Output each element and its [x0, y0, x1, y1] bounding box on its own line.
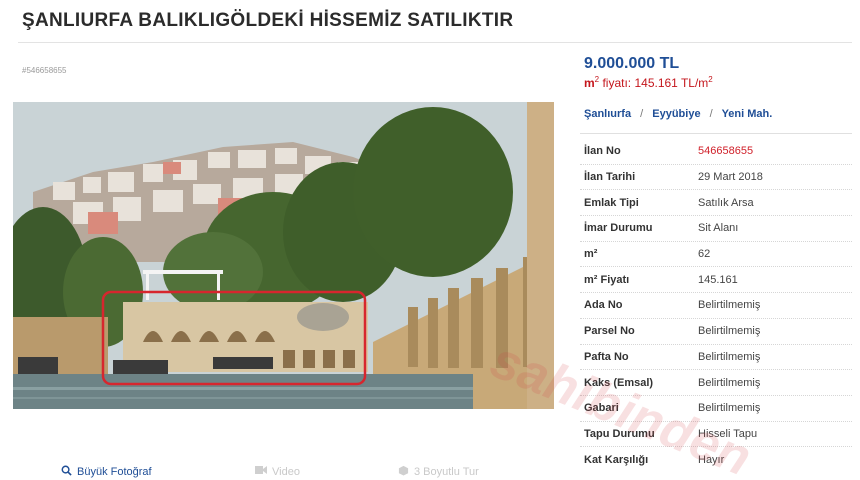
detail-key: Ada No [584, 299, 623, 312]
detail-value: Hayır [698, 454, 725, 467]
detail-value: 145.161 [698, 273, 738, 286]
detail-key: Emlak Tipi [584, 196, 639, 209]
detail-row: Kat Karşılığı Hayır [580, 447, 852, 473]
search-icon [61, 465, 72, 479]
detail-value: 546658655 [698, 145, 754, 158]
location-divider [580, 133, 852, 134]
detail-row: Emlak Tipi Satılık Arsa [580, 190, 852, 217]
detail-row: m² 62 [580, 242, 852, 268]
big-photo-label: Büyük Fotoğraf [77, 466, 152, 478]
detail-key: Tapu Durumu [584, 427, 655, 440]
detail-value: Belirtilmemiş [698, 376, 761, 389]
listing-code: #546658655 [22, 66, 67, 75]
video-icon [255, 465, 267, 478]
photo-illustration [13, 102, 554, 409]
m2-unit-sup: 2 [708, 75, 713, 84]
listing-photo[interactable] [13, 102, 554, 409]
detail-key: Gabari [584, 402, 619, 415]
detail-key: m² [584, 248, 598, 261]
detail-value: Sit Alanı [698, 222, 739, 235]
breadcrumb: Şanlıurfa / Eyyübiye / Yeni Mah. [584, 108, 772, 120]
detail-key: İlan Tarihi [584, 171, 636, 184]
detail-value: 29 Mart 2018 [698, 171, 763, 184]
video-label: Video [272, 465, 300, 478]
detail-row: m² Fiyatı 145.161 [580, 267, 852, 294]
big-photo-button[interactable]: Büyük Fotoğraf [61, 465, 152, 479]
detail-row: İlan No 546658655 [580, 139, 852, 165]
detail-row: Parsel No Belirtilmemiş [580, 319, 852, 345]
detail-value: 62 [698, 248, 711, 261]
title-divider [18, 42, 852, 43]
detail-row: Ada No Belirtilmemiş [580, 293, 852, 319]
m2-label: m [584, 76, 595, 90]
detail-value: Belirtilmemiş [698, 402, 761, 415]
breadcrumb-separator: / [640, 108, 644, 120]
breadcrumb-separator: / [709, 108, 713, 120]
listing-title: ŞANLIURFA BALIKLIGÖLDEKİ HİSSEMİZ SATILI… [22, 10, 514, 31]
detail-row: Tapu Durumu Hisseli Tapu [580, 422, 852, 448]
tour-label: 3 Boyutlu Tur [414, 466, 479, 478]
m2-price: m2 fiyatı: 145.161 TL/m2 [584, 75, 713, 90]
detail-value: Belirtilmemiş [698, 350, 761, 363]
details-table: İlan No 546658655 İlan Tarihi 29 Mart 2018 E… [580, 139, 852, 473]
detail-value: Satılık Arsa [698, 196, 754, 209]
breadcrumb-district[interactable]: Eyyübiye [652, 108, 700, 120]
detail-key: Kaks (Emsal) [584, 376, 654, 389]
detail-value: Hisseli Tapu [698, 427, 758, 440]
cube-icon [398, 465, 409, 479]
detail-key: İmar Durumu [584, 222, 653, 235]
detail-row: Kaks (Emsal) Belirtilmemiş [580, 370, 852, 396]
detail-row: Pafta No Belirtilmemiş [580, 345, 852, 371]
detail-key: Pafta No [584, 350, 629, 363]
detail-value: Belirtilmemiş [698, 299, 761, 312]
breadcrumb-neighborhood[interactable]: Yeni Mah. [722, 108, 773, 120]
detail-key: Parsel No [584, 325, 635, 338]
breadcrumb-city[interactable]: Şanlıurfa [584, 108, 631, 120]
detail-key: Kat Karşılığı [584, 454, 649, 467]
tour-button[interactable]: 3 Boyutlu Tur [398, 465, 479, 479]
detail-row: İlan Tarihi 29 Mart 2018 [580, 165, 852, 191]
detail-key: m² Fiyatı [584, 273, 630, 286]
detail-value: Belirtilmemiş [698, 325, 761, 338]
photo-actions: Büyük Fotoğraf Video 3 Boyutlu Tur [13, 462, 554, 480]
m2-price-text: fiyatı: 145.161 TL/m [599, 76, 709, 90]
detail-key: İlan No [584, 145, 621, 158]
price: 9.000.000 TL [584, 55, 680, 72]
video-button[interactable]: Video [255, 465, 300, 478]
detail-row: Gabari Belirtilmemiş [580, 396, 852, 422]
detail-row: İmar Durumu Sit Alanı [580, 216, 852, 242]
